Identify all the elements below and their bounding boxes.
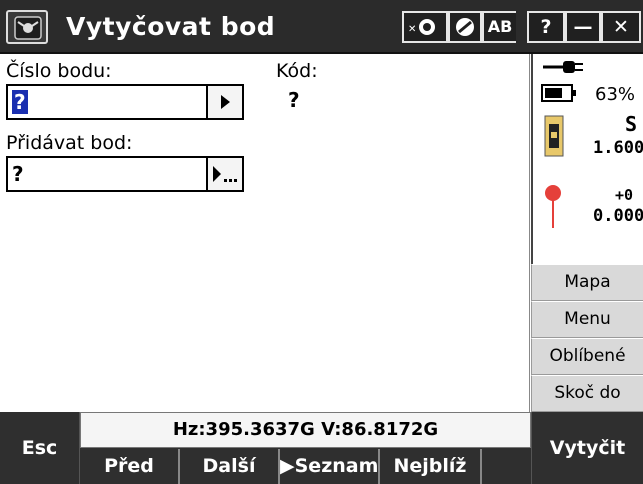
point-number-arrow-button[interactable] xyxy=(206,86,242,118)
total-station-icon xyxy=(544,115,564,157)
play-arrow-icon xyxy=(221,95,230,109)
point-number-value: ? xyxy=(12,90,28,114)
code-value: ? xyxy=(288,88,300,112)
menu-button[interactable]: Menu xyxy=(531,301,643,338)
target-offset: +0 xyxy=(615,186,634,204)
esc-button[interactable]: Esc xyxy=(0,412,80,484)
softkey-next[interactable]: Další xyxy=(180,449,280,484)
softkey-list-label: Seznam xyxy=(294,455,379,477)
instrument-height: 1.600 xyxy=(593,138,643,158)
softkey-empty xyxy=(482,449,531,484)
target-icon[interactable] xyxy=(448,11,482,43)
stakeout-form: Číslo bodu: ? Kód: ? Přidávat bod: ? xyxy=(0,54,530,412)
point-number-field[interactable]: ? xyxy=(6,84,244,120)
point-number-label: Číslo bodu: xyxy=(6,60,112,82)
titlebar-separator xyxy=(516,11,524,43)
app-menu-icon[interactable] xyxy=(6,10,48,44)
add-point-field[interactable]: ? xyxy=(6,156,244,192)
help-button[interactable]: ? xyxy=(527,11,565,43)
battery-percent: 63% xyxy=(595,84,636,105)
add-point-value: ? xyxy=(12,162,24,186)
jump-to-button[interactable]: Skoč do xyxy=(531,375,643,412)
battery-icon xyxy=(541,84,576,102)
add-point-browse-button[interactable] xyxy=(206,158,242,190)
instrument-icon[interactable]: ✕ xyxy=(402,11,448,43)
code-label: Kód: xyxy=(276,60,318,82)
map-button[interactable]: Mapa xyxy=(531,264,643,301)
title-bar: Vytyčovat bod ✕ AB ? — ✕ xyxy=(0,0,643,54)
close-button[interactable]: ✕ xyxy=(601,11,641,43)
browse-icon xyxy=(213,166,237,182)
stakeout-button[interactable]: Vytyčit xyxy=(531,412,643,484)
target-pin-icon xyxy=(545,185,561,228)
power-plug-icon xyxy=(543,61,583,73)
softkey-previous[interactable]: Před xyxy=(80,449,180,484)
svg-text:✕: ✕ xyxy=(408,24,416,35)
station-s-label: S xyxy=(625,112,638,136)
minimize-button[interactable]: — xyxy=(565,11,601,43)
window-title: Vytyčovat bod xyxy=(66,12,276,41)
angle-readout: Hz:395.3637G V:86.8172G xyxy=(80,412,531,448)
softkey-nearest[interactable]: Nejblíž xyxy=(380,449,482,484)
target-height: 0.000 xyxy=(593,206,643,226)
softkey-list[interactable]: ▶Seznam xyxy=(280,449,380,484)
list-arrow-icon: ▶ xyxy=(280,455,295,477)
status-panel: 63% S 1.600 +0 0.000 xyxy=(531,54,643,264)
add-point-label: Přidávat bod: xyxy=(6,132,133,154)
favorites-button[interactable]: Oblíbené xyxy=(531,338,643,375)
ab-button[interactable]: AB xyxy=(482,11,518,43)
